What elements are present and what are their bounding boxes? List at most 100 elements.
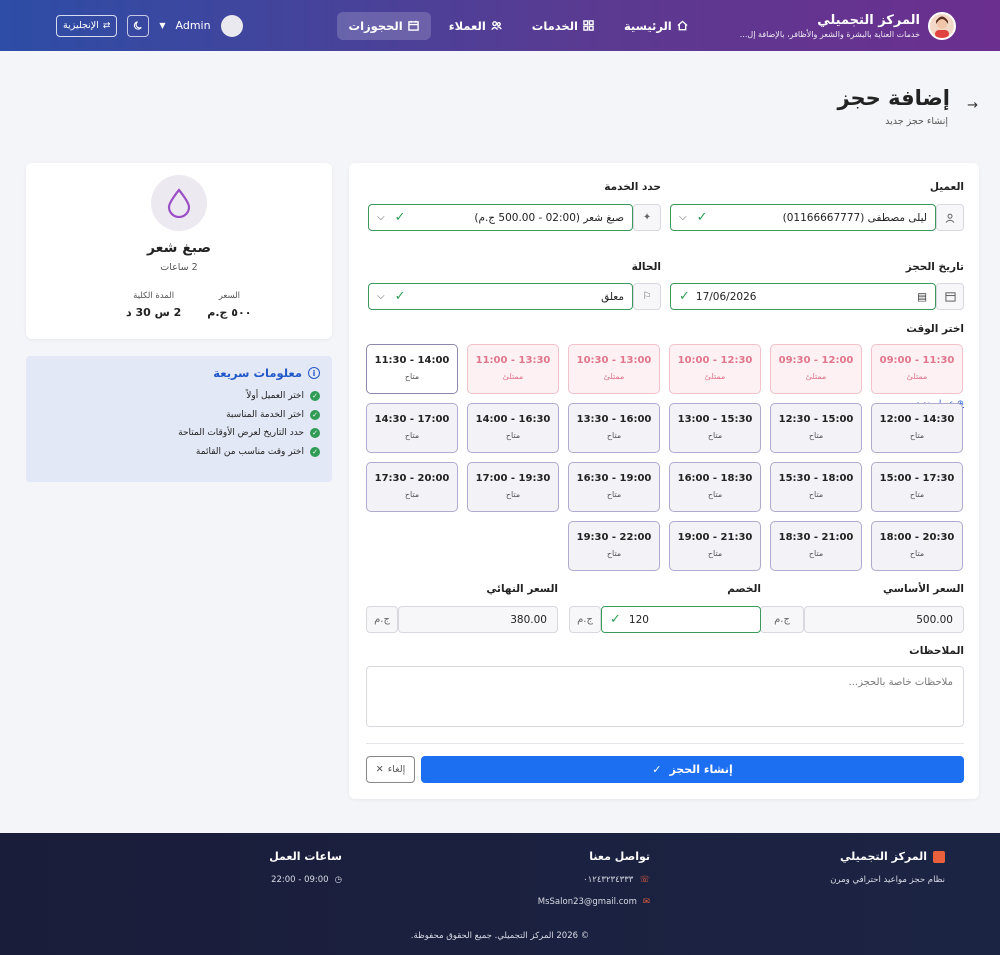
quick-info-item: ✓ اختر الخدمة المناسبة [38, 409, 320, 420]
grid-icon [583, 20, 594, 31]
time-slot[interactable]: 11:30 - 14:00 متاح [366, 344, 458, 394]
time-slot[interactable]: 18:00 - 20:30 متاح [871, 521, 963, 571]
chevron-down-icon: ⌵ [377, 212, 385, 223]
time-slot-time: 16:00 - 18:30 [677, 473, 753, 484]
time-slot-time: 13:00 - 15:30 [677, 414, 753, 425]
quick-info-item: ✓ اختر العميل أولاً [38, 391, 320, 401]
nav-services-label: الخدمات [531, 18, 578, 33]
time-slot-status: ممتلئ [906, 372, 928, 381]
service-select[interactable]: صبغ شعر (02:00 - 500.00 ج.م) ✓ ⌵ [368, 204, 633, 231]
time-slot[interactable]: 12:00 - 14:30 متاح [871, 403, 963, 453]
time-slot[interactable]: 12:30 - 15:00 متاح [770, 403, 862, 453]
footer-hours: ساعات العمل ◷ 09:00 - 22:00 [269, 850, 342, 885]
time-slot[interactable]: 13:00 - 15:30 متاح [669, 403, 761, 453]
page-header: إضافة حجز إنشاء حجز جديد [837, 86, 950, 127]
time-slot-time: 17:30 - 20:00 [374, 473, 450, 484]
time-slot[interactable]: 14:00 - 16:30 متاح [467, 403, 559, 453]
check-icon: ✓ [679, 289, 690, 304]
time-slot[interactable]: 15:00 - 17:30 متاح [871, 462, 963, 512]
client-select[interactable]: ليلى مصطفى (01166667777) ✓ ⌵ [670, 204, 936, 231]
total-duration-label: المدة الكلية [133, 291, 175, 301]
time-slot: 11:00 - 13:30 ممتلئ [467, 344, 559, 394]
price-stat-value: ٥٠٠ ج.م [207, 306, 252, 319]
date-input[interactable]: ✓ 17/06/2026 ▤ [670, 283, 936, 310]
date-picker-icon[interactable]: ▤ [917, 291, 927, 303]
time-slot-status: متاح [404, 431, 420, 440]
check-circle-icon: ✓ [310, 446, 320, 457]
status-icon-addon: ⚐ [633, 283, 661, 310]
time-slot[interactable]: 16:30 - 19:00 متاح [568, 462, 660, 512]
quick-info-item-text: اختر الخدمة المناسبة [226, 409, 304, 420]
time-slot-status: متاح [808, 431, 824, 440]
time-slot[interactable]: 19:30 - 22:00 متاح [568, 521, 660, 571]
base-price-field: 500.00 [804, 606, 964, 633]
time-slot-status: ممتلئ [704, 372, 726, 381]
date-label: تاريخ الحجز [905, 261, 964, 273]
time-slot-status: متاح [808, 549, 824, 558]
mail-icon: ✉ [642, 897, 650, 907]
footer-brand-sub: نظام حجز مواعيد احترافي ومرن [830, 875, 945, 885]
time-slot-status: متاح [404, 372, 420, 381]
check-icon: ✓ [696, 210, 708, 225]
time-slot-status: متاح [606, 549, 622, 558]
time-slot-time: 16:30 - 19:00 [576, 473, 652, 484]
calendar-icon [407, 20, 419, 31]
time-slot[interactable]: 16:00 - 18:30 متاح [669, 462, 761, 512]
check-icon: ✓ [394, 289, 406, 304]
brand[interactable]: المركز التجميلي خدمات العناية بالبشرة وا… [739, 11, 956, 40]
language-button[interactable]: ⇄ الإنجليزية [56, 14, 118, 37]
time-slot-time: 14:30 - 17:00 [374, 414, 450, 425]
time-slot[interactable]: 19:00 - 21:30 متاح [669, 521, 761, 571]
time-slot-time: 11:00 - 13:30 [475, 355, 551, 366]
brand-logo [928, 11, 956, 40]
nav-home[interactable]: الرئيسية [612, 12, 700, 40]
date-value: 17/06/2026 [695, 290, 757, 303]
status-select[interactable]: معلق ✓ ⌵ [368, 283, 633, 310]
time-label: اختر الوقت [906, 323, 964, 335]
footer: المركز التجميلي نظام حجز مواعيد احترافي … [0, 833, 1000, 955]
chevron-down-icon[interactable]: ▼ [159, 21, 165, 30]
status-value: معلق [601, 290, 624, 303]
nav-bookings-label: الحجوزات [348, 18, 403, 33]
submit-button[interactable]: إنشاء الحجز ✓ [421, 756, 964, 783]
discount-input[interactable]: ✓ 120 [601, 606, 761, 633]
time-slot[interactable]: 17:30 - 20:00 متاح [366, 462, 458, 512]
time-slot[interactable]: 18:30 - 21:00 متاح [770, 521, 862, 571]
client-value: ليلى مصطفى (01166667777) [782, 211, 927, 224]
quick-info-item-text: اختر وقت مناسب من القائمة [195, 446, 304, 457]
chevron-down-icon: ⌵ [377, 291, 385, 302]
time-slot[interactable]: 14:30 - 17:00 متاح [366, 403, 458, 453]
theme-toggle-button[interactable] [127, 14, 150, 37]
user-name[interactable]: Admin [176, 19, 211, 32]
time-slot[interactable]: 13:30 - 16:00 متاح [568, 403, 660, 453]
currency-addon: ج.م [366, 606, 398, 633]
time-slot-status: متاح [909, 431, 925, 440]
language-label: الإنجليزية [63, 20, 99, 31]
base-price-value: 500.00 [916, 613, 953, 626]
footer-email[interactable]: MsSalon23@gmail.com [538, 897, 637, 907]
time-slot: 09:00 - 11:30 ممتلئ [871, 344, 963, 394]
quick-info-title-text: معلومات سريعة [213, 366, 302, 380]
time-slot-status: متاح [707, 490, 723, 499]
notes-placeholder: ملاحظات خاصة بالحجز... [848, 677, 953, 688]
notes-textarea[interactable]: ملاحظات خاصة بالحجز... [366, 666, 964, 727]
cancel-button[interactable]: إلغاء ✕ [366, 756, 415, 783]
service-value: صبغ شعر (02:00 - 500.00 ج.م) [474, 211, 624, 224]
footer-phone[interactable]: ٠١٢٤٣٢٣٤٣٣٣ [583, 875, 633, 885]
time-slot-status: متاح [909, 490, 925, 499]
time-slot-status: ممتلئ [805, 372, 827, 381]
nav-services[interactable]: الخدمات [520, 12, 606, 40]
quick-info-item: ✓ حدد التاريخ لعرض الأوقات المتاحة [38, 428, 320, 438]
time-slot[interactable]: 15:30 - 18:00 متاح [770, 462, 862, 512]
quick-info-item-text: اختر العميل أولاً [246, 391, 304, 401]
time-slot[interactable]: 17:00 - 19:30 متاح [467, 462, 559, 512]
back-arrow-icon[interactable]: → [967, 98, 978, 113]
nav-home-label: الرئيسية [623, 18, 672, 33]
nav-bookings[interactable]: الحجوزات [336, 11, 431, 40]
brand-subtitle: خدمات العناية بالبشرة والشعر والأظافر، ب… [739, 29, 920, 39]
nav-clients[interactable]: العملاء [437, 12, 514, 40]
translate-icon: ⇄ [102, 20, 111, 31]
time-slot-status: متاح [909, 549, 925, 558]
avatar[interactable] [220, 14, 243, 37]
client-icon-addon [936, 204, 964, 231]
